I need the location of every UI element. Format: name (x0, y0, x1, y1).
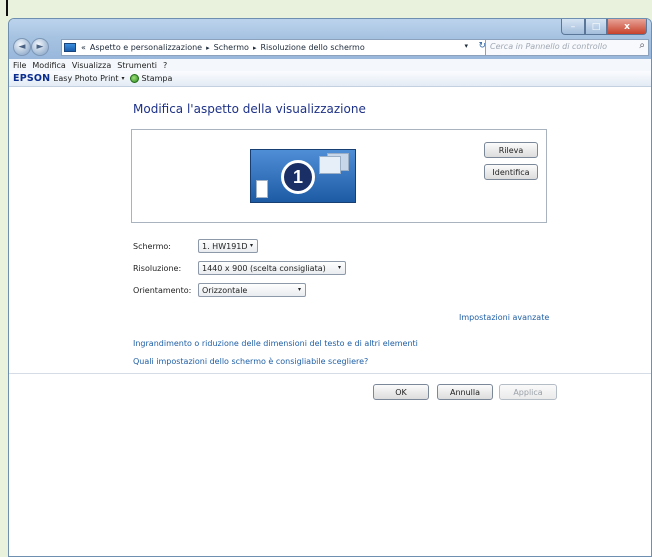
orientation-select-value: Orizzontale (202, 285, 248, 295)
print-icon (129, 74, 139, 83)
orientation-select[interactable]: Orizzontale ▾ (198, 283, 306, 297)
orientation-label: Orientamento: (133, 286, 192, 295)
close-button[interactable]: x (607, 19, 647, 35)
screen-select-value: 1. HW191D (202, 241, 248, 251)
menu-file[interactable]: File (13, 61, 26, 70)
breadcrumb-resolution[interactable]: Risoluzione dello schermo (260, 43, 364, 52)
window-controls: – □ x (561, 19, 647, 35)
search-placeholder: Cerca in Pannello di controllo (490, 42, 608, 51)
resolution-label: Risoluzione: (133, 264, 182, 273)
main-content: Modifica l'aspetto della visualizzazione… (9, 87, 651, 556)
divider (9, 373, 651, 374)
menu-view[interactable]: Visualizza (72, 61, 111, 70)
breadcrumb-separator-icon[interactable]: ▸ (253, 44, 257, 52)
forward-button[interactable]: ► (31, 38, 49, 56)
monitor-tile[interactable]: 1 (250, 149, 356, 203)
address-bar[interactable]: « Aspetto e personalizzazione ▸ Schermo … (61, 39, 491, 56)
chevron-down-icon[interactable]: ▾ (122, 75, 125, 82)
menu-edit[interactable]: Modifica (32, 61, 65, 70)
search-input[interactable]: Cerca in Pannello di controllo ⌕ (485, 39, 649, 56)
resolution-select[interactable]: 1440 x 900 (scelta consigliata) ▾ (198, 261, 346, 275)
text-cursor (6, 0, 8, 16)
menu-tools[interactable]: Strumenti (117, 61, 157, 70)
identify-button[interactable]: Identifica (484, 164, 538, 180)
advanced-settings-link[interactable]: Impostazioni avanzate (459, 313, 549, 322)
page-title: Modifica l'aspetto della visualizzazione (133, 102, 366, 116)
ok-button[interactable]: OK (373, 384, 429, 400)
monitor-window-icon (319, 156, 341, 174)
control-panel-window: – □ x ◄ ► « Aspetto e personalizzazione … (8, 18, 652, 557)
epson-toolbar: EPSON Easy Photo Print ▾ Stampa (9, 71, 651, 87)
text-size-link[interactable]: Ingrandimento o riduzione delle dimensio… (133, 339, 418, 348)
back-button[interactable]: ◄ (13, 38, 31, 56)
display-arrangement-panel: 1 Rileva Identifica (131, 129, 547, 223)
chevron-down-icon: ▾ (337, 264, 341, 271)
address-dropdown-icon[interactable]: ▾ (464, 42, 468, 50)
title-bar: – □ x ◄ ► « Aspetto e personalizzazione … (9, 19, 651, 59)
back-arrow-icon: ◄ (18, 42, 26, 52)
breadcrumb-prefix[interactable]: « (81, 43, 86, 52)
search-icon[interactable]: ⌕ (639, 40, 645, 51)
forward-arrow-icon: ► (36, 42, 44, 52)
cancel-button[interactable]: Annulla (437, 384, 493, 400)
easy-photo-print-button[interactable]: Easy Photo Print (53, 74, 118, 83)
menu-bar: File Modifica Visualizza Strumenti ? (9, 59, 651, 71)
minimize-button[interactable]: – (561, 19, 585, 35)
breadcrumb-appearance[interactable]: Aspetto e personalizzazione (90, 43, 202, 52)
epson-logo: EPSON (13, 73, 51, 84)
screen-select[interactable]: 1. HW191D ▾ (198, 239, 258, 253)
print-button[interactable]: Stampa (142, 74, 173, 83)
breadcrumb-separator-icon[interactable]: ▸ (206, 44, 210, 52)
resolution-select-value: 1440 x 900 (scelta consigliata) (202, 263, 326, 273)
chevron-down-icon: ▾ (297, 286, 301, 293)
detect-button[interactable]: Rileva (484, 142, 538, 158)
which-settings-link[interactable]: Quali impostazioni dello schermo è consi… (133, 357, 368, 366)
control-panel-icon (64, 43, 76, 52)
maximize-button[interactable]: □ (585, 19, 607, 35)
monitor-number-badge: 1 (281, 160, 315, 194)
menu-help[interactable]: ? (163, 61, 167, 70)
breadcrumb-display[interactable]: Schermo (214, 43, 249, 52)
chevron-down-icon: ▾ (249, 242, 253, 249)
apply-button[interactable]: Applica (499, 384, 557, 400)
screen-label: Schermo: (133, 242, 171, 251)
monitor-window-icon (256, 180, 268, 198)
